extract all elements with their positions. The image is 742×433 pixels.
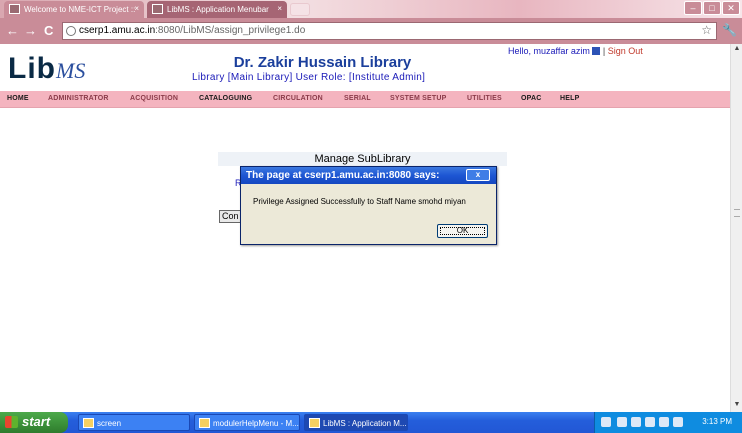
help-icon[interactable]: [601, 417, 611, 427]
menu-circulation[interactable]: CIRCULATION: [273, 95, 323, 102]
logo-ms-text: MS: [56, 58, 86, 83]
library-title: Dr. Zakir Hussain Library: [233, 54, 412, 71]
taskbar-item-label: LibMS : Application M...: [323, 419, 407, 428]
menu-utilities[interactable]: UTILITIES: [467, 95, 502, 102]
taskbar-item-modulerhelpmenu[interactable]: modulerHelpMenu - M...: [194, 414, 300, 431]
logo-lib-text: Lib: [8, 52, 56, 85]
menu-cataloguing[interactable]: CATALOGUING: [199, 95, 252, 102]
main-menubar: HOME ADMINISTRATOR ACQUISITION CATALOGUI…: [0, 91, 730, 108]
window-controls: – □ ✕: [684, 1, 740, 16]
separator: |: [600, 46, 608, 56]
browser-tab-nme-ict[interactable]: Welcome to NME-ICT Project :: ×: [4, 1, 144, 18]
windows-taskbar: start screen modulerHelpMenu - M... LibM…: [0, 412, 742, 433]
scroll-up-icon[interactable]: ▲: [732, 45, 742, 55]
tab-label: LibMS : Application Menubar: [167, 5, 269, 14]
dialog-titlebar: The page at cserp1.amu.ac.in:8080 says: …: [241, 167, 496, 184]
url-input[interactable]: cserp1.amu.ac.in:8080/LibMS/assign_privi…: [62, 22, 717, 40]
windows-logo-icon: [5, 416, 18, 428]
vertical-scrollbar[interactable]: ▲ ▼: [730, 44, 742, 412]
alert-dialog: The page at cserp1.amu.ac.in:8080 says: …: [240, 166, 497, 245]
taskbar-item-libms[interactable]: LibMS : Application M...: [304, 414, 408, 431]
browser-tab-bar: Welcome to NME-ICT Project :: × LibMS : …: [0, 0, 742, 18]
taskbar-item-label: modulerHelpMenu - M...: [213, 419, 299, 428]
volume-icon[interactable]: [645, 417, 655, 427]
network-icon[interactable]: [617, 417, 627, 427]
reload-button[interactable]: C: [44, 23, 53, 38]
tab-close-icon[interactable]: ×: [134, 4, 139, 13]
wrench-icon[interactable]: 🔧: [722, 23, 737, 37]
menu-administrator[interactable]: ADMINISTRATOR: [48, 95, 109, 102]
menu-help[interactable]: HELP: [560, 95, 579, 102]
taskbar-item-label: screen: [97, 419, 122, 428]
close-window-button[interactable]: ✕: [722, 1, 740, 15]
address-toolbar: ← → C cserp1.amu.ac.in:8080/LibMS/assign…: [0, 18, 742, 44]
dialog-title: The page at cserp1.amu.ac.in:8080 says:: [246, 170, 440, 181]
keyboard-icon[interactable]: [673, 417, 683, 427]
sign-out-link[interactable]: Sign Out: [608, 46, 643, 56]
menu-opac[interactable]: OPAC: [521, 95, 542, 102]
maximize-button[interactable]: □: [703, 1, 721, 15]
ok-button[interactable]: OK: [437, 224, 488, 238]
dialog-message: Privilege Assigned Successfully to Staff…: [253, 197, 466, 206]
user-greeting: Hello, muzaffar azim | Sign Out: [508, 46, 643, 56]
favicon-icon: [152, 4, 163, 14]
tab-label: Welcome to NME-ICT Project ::: [24, 5, 136, 14]
menu-serial[interactable]: SERIAL: [344, 95, 371, 102]
dialog-close-button[interactable]: x: [466, 169, 490, 181]
favicon-icon: [9, 4, 20, 14]
security-icon[interactable]: [631, 417, 641, 427]
browser-tab-libms[interactable]: LibMS : Application Menubar ×: [147, 1, 287, 18]
forward-button[interactable]: →: [24, 23, 37, 38]
url-path: :8080/LibMS/assign_privilege1.do: [155, 25, 306, 36]
menu-system-setup[interactable]: SYSTEM SETUP: [390, 95, 446, 102]
taskbar-item-screen[interactable]: screen: [78, 414, 190, 431]
start-label: start: [22, 414, 51, 429]
menu-acquisition[interactable]: ACQUISITION: [130, 95, 178, 102]
bookmark-star-icon[interactable]: ☆: [701, 23, 712, 37]
start-button[interactable]: start: [0, 412, 68, 433]
greeting-text: Hello, muzaffar azim: [508, 46, 590, 56]
panel-heading: Manage SubLibrary: [218, 152, 507, 166]
display-icon[interactable]: [659, 417, 669, 427]
back-button[interactable]: ←: [6, 23, 19, 38]
libms-logo: LibMS: [8, 52, 85, 86]
system-tray: 3:13 PM: [594, 412, 742, 433]
browser-icon: [309, 418, 320, 428]
taskbar-clock: 3:13 PM: [702, 417, 732, 426]
tab-close-icon[interactable]: ×: [277, 4, 282, 13]
scroll-down-icon[interactable]: ▼: [732, 401, 742, 411]
word-doc-icon: [199, 418, 210, 428]
url-domain: cserp1.amu.ac.in: [79, 25, 156, 36]
library-role-line: Library [Main Library] User Role: [Insti…: [192, 72, 426, 83]
new-tab-button[interactable]: [290, 3, 310, 16]
scroll-grip[interactable]: [734, 209, 740, 217]
globe-icon: [66, 26, 76, 36]
menu-home[interactable]: HOME: [7, 95, 29, 102]
continue-button[interactable]: Con: [219, 210, 241, 223]
folder-icon: [83, 418, 94, 428]
minimize-button[interactable]: –: [684, 1, 702, 15]
